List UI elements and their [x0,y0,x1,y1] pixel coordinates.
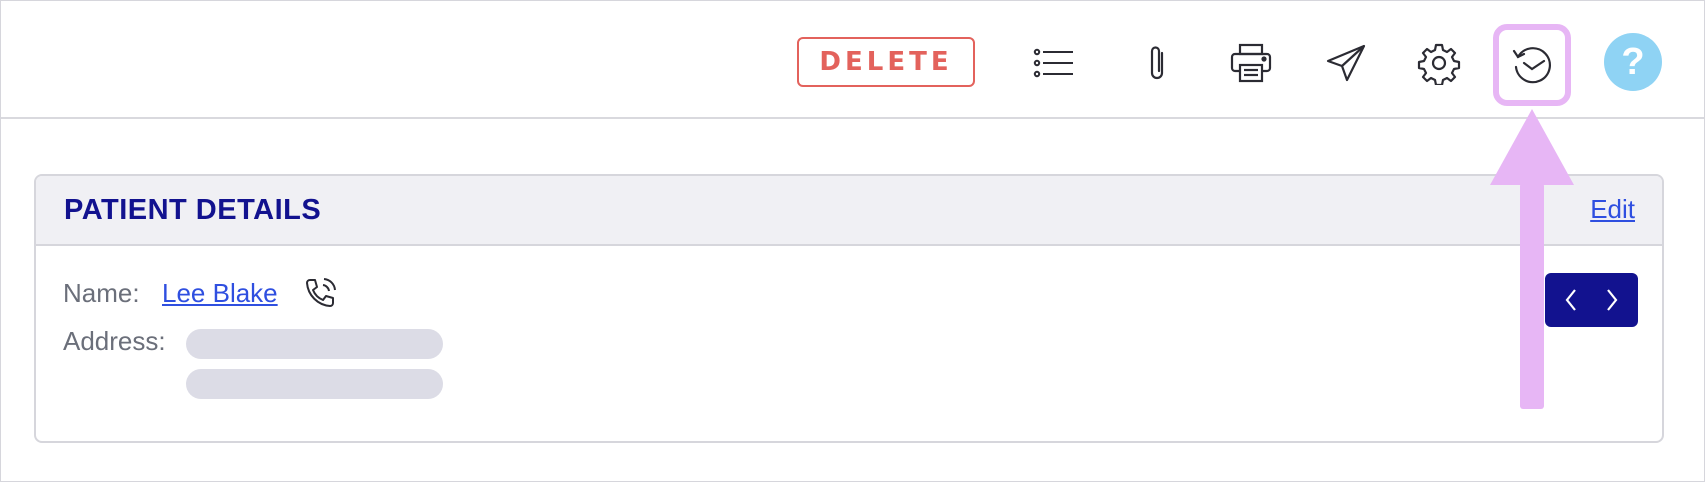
send-icon[interactable] [1322,39,1370,87]
printer-icon[interactable] [1227,39,1275,87]
address-line-1-placeholder [186,329,443,359]
name-label: Name: [63,278,140,308]
gear-icon[interactable] [1415,39,1463,87]
chevron-left-icon [1565,289,1576,311]
card-header: PATIENT DETAILS Edit [36,176,1662,246]
annotation-arrow-head [1490,109,1574,185]
help-button[interactable]: ? [1604,33,1662,91]
annotation-arrow-shaft [1520,183,1544,409]
phone-icon[interactable] [302,276,338,312]
address-line-2-placeholder [186,369,443,399]
next-button[interactable] [1586,273,1638,327]
app-frame: DELETE ? PATIENT DETAILS Edit Name: Lee … [0,0,1705,482]
patient-details-card: PATIENT DETAILS Edit Name: Lee Blake Add… [34,174,1664,443]
address-label: Address: [63,326,166,356]
card-title: PATIENT DETAILS [64,194,322,226]
history-icon [1512,47,1551,84]
delete-button[interactable]: DELETE [797,37,975,87]
edit-link[interactable]: Edit [1590,194,1635,225]
chevron-right-icon [1607,289,1618,311]
history-button[interactable] [1493,24,1571,106]
paperclip-icon[interactable] [1134,39,1182,87]
toolbar: DELETE ? [1,1,1704,119]
list-icon[interactable] [1030,39,1078,87]
patient-name-link[interactable]: Lee Blake [162,278,278,309]
